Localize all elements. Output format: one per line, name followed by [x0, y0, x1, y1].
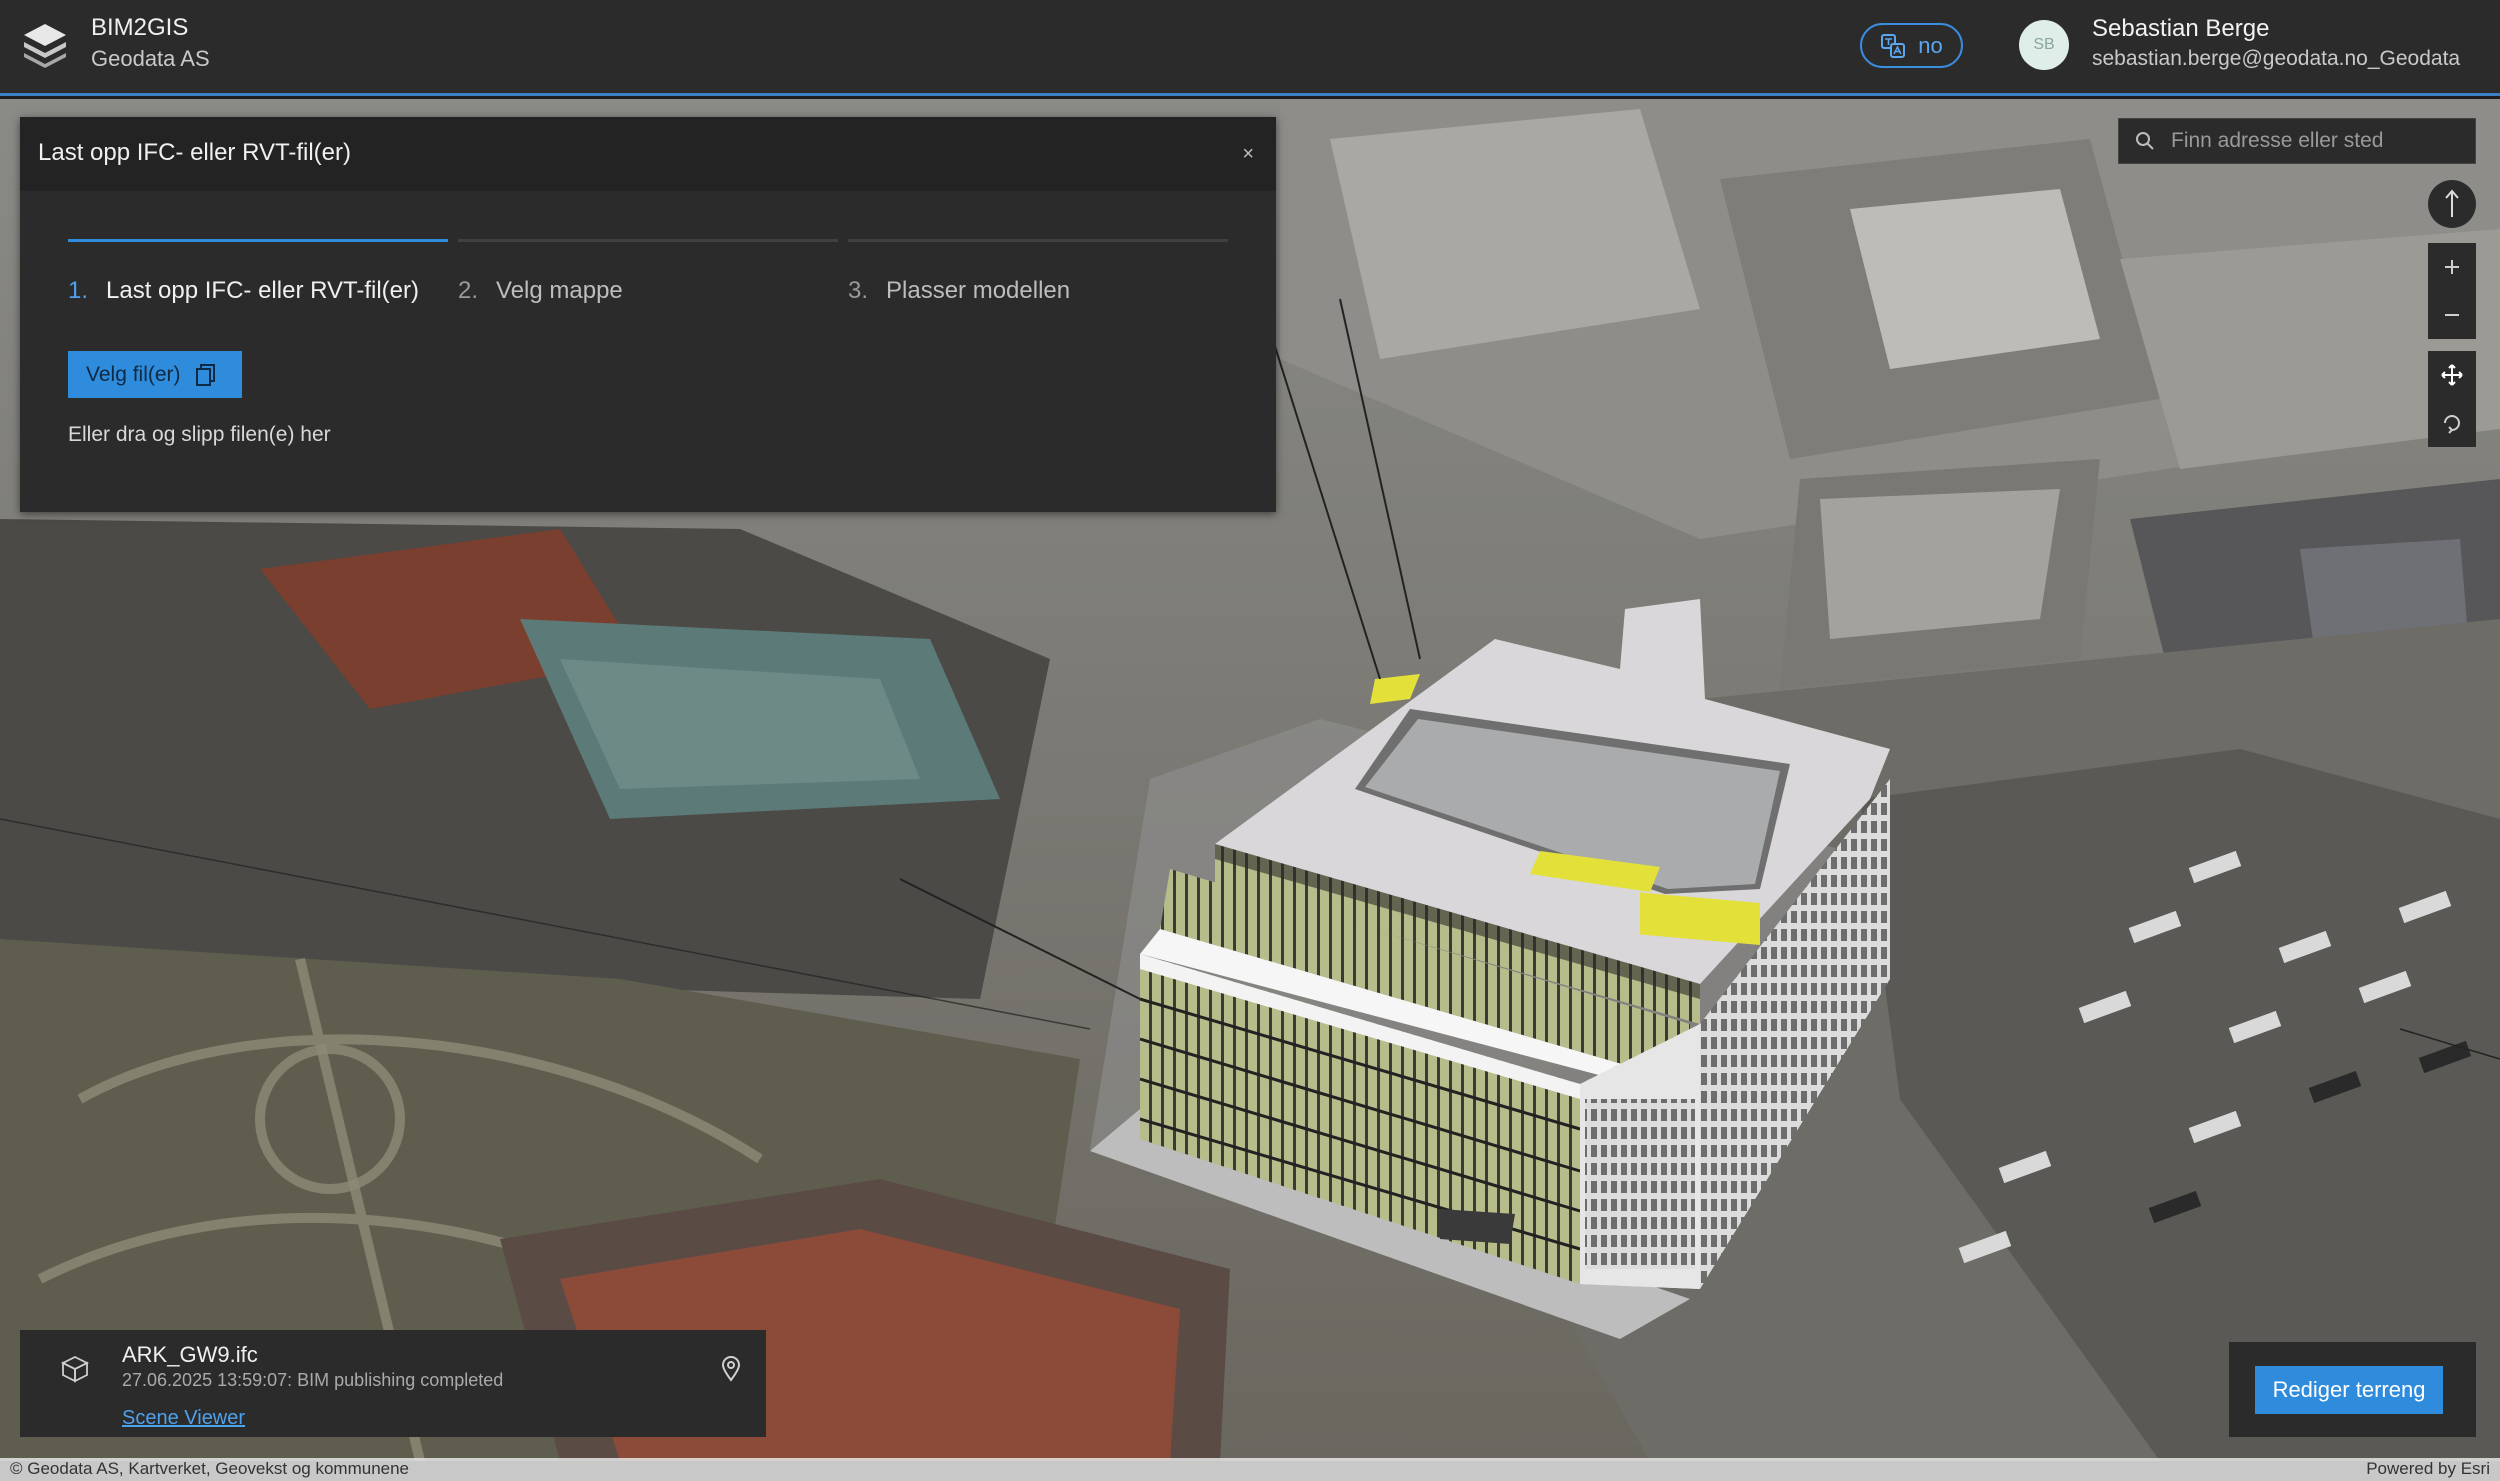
- step-1-number: 1.: [68, 277, 89, 304]
- app-title: BIM2GIS: [91, 14, 189, 41]
- compass-button[interactable]: [2428, 180, 2476, 228]
- panel-header: Last opp IFC- eller RVT-fil(er) ×: [20, 117, 1276, 191]
- translate-icon: [1881, 33, 1906, 58]
- step-2-number: 2.: [458, 277, 479, 304]
- step-2[interactable]: 2. Velg mappe: [458, 277, 623, 305]
- choose-files-button[interactable]: Velg fil(er): [68, 351, 242, 398]
- step-3[interactable]: 3. Plasser modellen: [848, 277, 1070, 305]
- upload-panel: Last opp IFC- eller RVT-fil(er) × 1. Last…: [20, 117, 1276, 512]
- plus-icon: [2445, 260, 2459, 274]
- model-icon: [60, 1355, 90, 1383]
- org-name: Geodata AS: [91, 46, 210, 71]
- model-file-name: ARK_GW9.ifc: [122, 1342, 258, 1367]
- language-label: no: [1918, 32, 1943, 58]
- panel-title: Last opp IFC- eller RVT-fil(er): [38, 139, 351, 166]
- user-name: Sebastian Berge: [2092, 15, 2270, 42]
- step-1[interactable]: 1. Last opp IFC- eller RVT-fil(er): [68, 277, 419, 305]
- choose-files-label: Velg fil(er): [86, 362, 181, 386]
- pan-button[interactable]: [2428, 351, 2476, 399]
- rotate-icon: [2444, 415, 2460, 434]
- attribution-bar: © Geodata AS, Kartverket, Geovekst og ko…: [0, 1458, 2500, 1481]
- step-2-bar: [458, 239, 838, 242]
- edit-terrain-button[interactable]: Rediger terreng: [2255, 1366, 2443, 1414]
- model-status-text: 27.06.2025 13:59:07: BIM publishing comp…: [122, 1370, 504, 1390]
- powered-by-esri[interactable]: Powered by Esri: [2366, 1459, 2490, 1479]
- terrain-card: Rediger terreng: [2229, 1342, 2476, 1437]
- step-1-label: Last opp IFC- eller RVT-fil(er): [106, 277, 419, 304]
- attribution-text: © Geodata AS, Kartverket, Geovekst og ko…: [10, 1459, 410, 1478]
- app-header: BIM2GIS Geodata AS no SB Sebastian Berge…: [0, 0, 2500, 96]
- search-icon: [2136, 132, 2154, 150]
- user-email: sebastian.berge@geodata.no_Geodata: [2092, 47, 2461, 70]
- avatar[interactable]: SB: [2019, 20, 2069, 70]
- move-icon: [2441, 364, 2463, 386]
- step-1-bar: [68, 239, 448, 242]
- step-2-label: Velg mappe: [496, 277, 623, 304]
- minus-icon: [2445, 314, 2459, 316]
- north-arrow-icon: [2445, 189, 2459, 217]
- copy-files-icon: [195, 363, 215, 386]
- step-3-number: 3.: [848, 277, 869, 304]
- rotate-button[interactable]: [2428, 399, 2476, 447]
- model-status-card: ARK_GW9.ifc 27.06.2025 13:59:07: BIM pub…: [20, 1330, 766, 1437]
- search-placeholder: Finn adresse eller sted: [2171, 129, 2384, 152]
- step-3-label: Plasser modellen: [886, 277, 1071, 304]
- language-button[interactable]: no: [1860, 23, 1963, 68]
- close-icon[interactable]: ×: [1242, 143, 1254, 166]
- search-input[interactable]: Finn adresse eller sted: [2118, 118, 2476, 164]
- location-pin-icon[interactable]: [720, 1356, 742, 1382]
- drop-hint: Eller dra og slipp filen(e) her: [68, 423, 331, 446]
- step-3-bar: [848, 239, 1228, 242]
- zoom-out-button[interactable]: [2428, 291, 2476, 339]
- scene-viewer-link[interactable]: Scene Viewer: [122, 1407, 245, 1430]
- layers-logo-icon: [24, 24, 66, 68]
- zoom-in-button[interactable]: [2428, 243, 2476, 291]
